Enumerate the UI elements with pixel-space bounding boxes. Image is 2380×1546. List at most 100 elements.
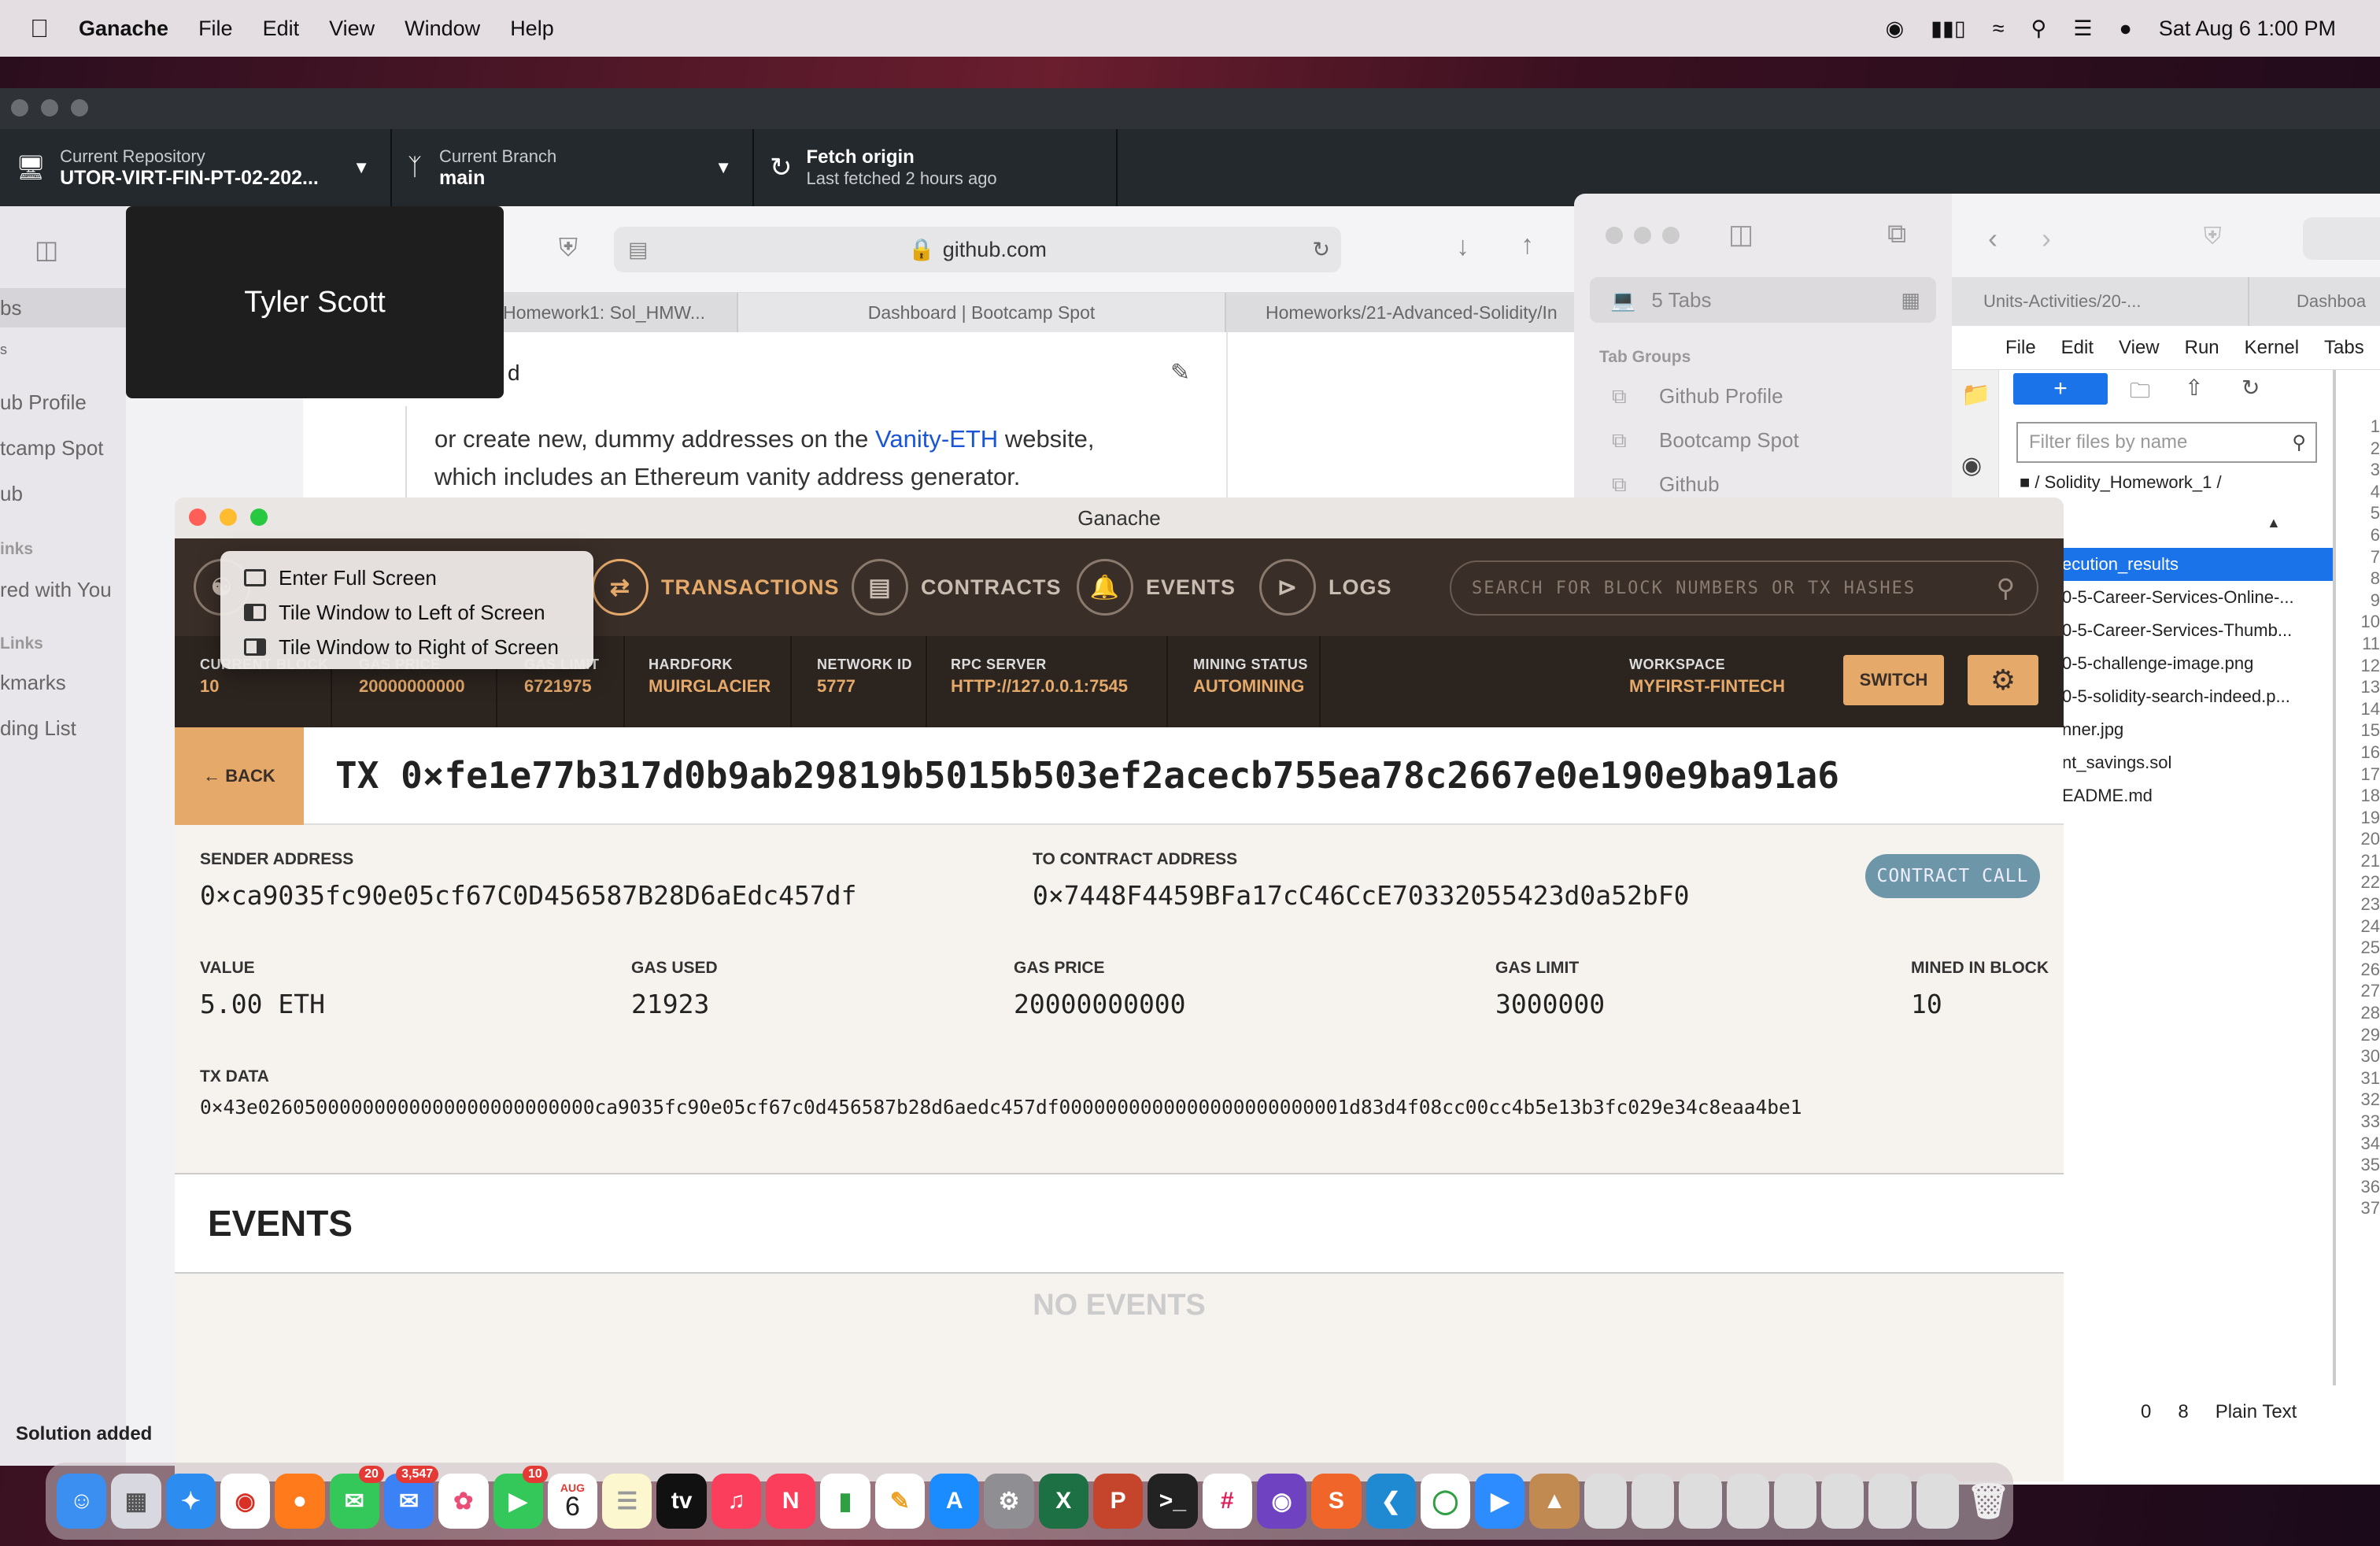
shield-icon[interactable]: ⛨ [2204,224,2222,250]
wifi-icon[interactable]: ≈ [1993,17,2005,41]
current-branch-selector[interactable]: ᛉ Current Branch main ▼ [392,129,754,206]
tab-group-bootcamp-spot[interactable]: Bootcamp Spot [1659,428,1799,453]
zoom-icon[interactable]: ▶ [1475,1474,1525,1529]
status-language[interactable]: Plain Text [2216,1401,2297,1423]
menu-file[interactable]: File [198,17,233,41]
minimize-button[interactable] [220,509,237,526]
chrome-icon[interactable]: ◉ [220,1474,271,1529]
firefox-icon[interactable]: ● [275,1474,325,1529]
tab-group-github-profile[interactable]: Github Profile [1659,384,1783,409]
sidebar-item-github-profile[interactable]: ub Profile [0,390,87,415]
upload-icon[interactable]: ⇧ [2185,375,2203,401]
menu-enter-full-screen[interactable]: Enter Full Screen [220,560,593,595]
forward-arrow-icon[interactable]: › [2042,222,2051,255]
panel-divider[interactable] [2333,370,2336,1385]
stop-icon[interactable]: ◉ [1961,452,1982,479]
back-arrow-icon[interactable]: ‹ [1988,222,1998,255]
nav-events[interactable]: 🔔 EVENTS [1077,538,1236,636]
jupyter-menu-tabs[interactable]: Tabs [2324,337,2364,359]
menu-edit[interactable]: Edit [263,17,300,41]
close-button[interactable] [189,509,206,526]
menu-help[interactable]: Help [510,17,554,41]
close-button[interactable] [11,99,28,117]
sidebar-item-bookmarks[interactable]: kmarks [0,671,66,695]
sidebar-item-reading-list[interactable]: ding List [0,716,76,741]
tab-dashboard[interactable]: Dashboard | Bootcamp Spot [738,293,1226,332]
sidebar-toggle-icon[interactable]: ◫ [1728,219,1754,250]
ganache-app-icon[interactable]: ◯ [1420,1474,1471,1529]
trash-icon[interactable]: 🗑 [1964,1474,2013,1529]
minimized-window[interactable] [1679,1474,1722,1529]
tab-units-activities[interactable]: Units-Activities/20-... [1952,277,2249,326]
search-input[interactable]: SEARCH FOR BLOCK NUMBERS OR TX HASHES ⚲ [1450,560,2038,616]
calendar-icon[interactable]: AUG 6 [547,1474,598,1529]
minimized-window[interactable] [1821,1474,1864,1529]
apple-icon[interactable]:  [30,14,49,43]
battery-icon[interactable]: ▮▮▯ [1931,17,1966,41]
powerpoint-icon[interactable]: P [1092,1474,1144,1529]
sort-arrow-icon[interactable]: ▲ [2267,515,2281,531]
edit-pencil-icon[interactable]: ✎ [1170,359,1190,386]
filter-files-input[interactable]: Filter files by name ⚲ [2016,422,2317,463]
jupyter-menu-kernel[interactable]: Kernel [2245,337,2299,359]
current-repository-selector[interactable]: 🖥 Current Repository UTOR-VIRT-FIN-PT-02… [0,129,392,206]
jupyter-menu-edit[interactable]: Edit [2061,337,2094,359]
vscode-icon[interactable]: ❮ [1366,1474,1416,1529]
nav-logs[interactable]: ⊳ LOGS [1259,538,1392,636]
zoom-button[interactable] [250,509,268,526]
tab-group-github[interactable]: Github [1659,472,1720,497]
minimize-button[interactable] [1634,227,1651,244]
minimized-window[interactable] [1726,1474,1769,1529]
reload-icon[interactable]: ↻ [1312,238,1330,262]
facetime-icon[interactable]: ▶ 10 [493,1466,548,1529]
excel-icon[interactable]: X [1038,1474,1088,1529]
fetch-origin-button[interactable]: ↻ Fetch origin Last fetched 2 hours ago [754,129,1118,206]
tabs-count-item[interactable]: 💻 5 Tabs ▦ [1590,277,1936,323]
menu-app-name[interactable]: Ganache [79,17,168,41]
zoom-button[interactable] [71,99,88,117]
music-icon[interactable]: ♫ [711,1474,762,1529]
download-icon[interactable]: ↓ [1456,231,1469,262]
sidebar-item-github[interactable]: ub [0,482,23,506]
control-center-icon[interactable]: ☰ [2073,17,2092,41]
github-desktop-icon[interactable]: ◉ [1256,1474,1307,1529]
menu-tile-left[interactable]: Tile Window to Left of Screen [220,595,593,630]
notes-icon[interactable]: ☰ [602,1474,652,1529]
nav-transactions[interactable]: ⇄ TRANSACTIONS [592,538,840,636]
folder-icon[interactable]: 📁 [1961,381,1990,409]
switch-workspace-button[interactable]: SWITCH [1843,655,1944,705]
screen-record-icon[interactable]: ◉ [1886,17,1905,41]
file-breadcrumb[interactable]: ■ / Solidity_Homework_1 / [2020,472,2222,493]
numbers-icon[interactable]: ▮ [820,1474,870,1529]
minimized-window[interactable] [1584,1474,1628,1529]
sidebar-item[interactable]: bs [0,296,21,320]
finder-icon[interactable]: ☺ [57,1474,107,1529]
siri-icon[interactable]: ● [2119,17,2132,41]
jupyter-menu-file[interactable]: File [2005,337,2036,359]
minimized-window[interactable] [1632,1474,1675,1529]
jupyter-menu-view[interactable]: View [2119,337,2160,359]
menu-view[interactable]: View [329,17,375,41]
sidebar-toggle-icon[interactable]: ◫ [35,235,58,264]
address-bar[interactable]: ▤ 🔒 github.com ↻ [614,227,1341,272]
shield-icon[interactable]: ⛨ [559,233,578,263]
zoom-button[interactable] [1662,227,1680,244]
nav-contracts[interactable]: ▤ CONTRACTS [852,538,1062,636]
grid-icon[interactable]: ▦ [1901,288,1920,313]
sidebar-item-bootcamp-spot[interactable]: tcamp Spot [0,436,104,460]
new-tab-group-icon[interactable]: ⧉ [1887,219,1906,250]
system-preferences-icon[interactable]: ⚙ [984,1474,1034,1529]
minimized-window[interactable] [1868,1474,1912,1529]
sidebar-item-shared[interactable]: red with You [0,578,112,602]
jupyter-menu-run[interactable]: Run [2185,337,2219,359]
menu-clock[interactable]: Sat Aug 6 1:00 PM [2159,17,2336,41]
truffle-icon[interactable]: ▲ [1529,1474,1580,1529]
back-button[interactable]: ← BACK [175,727,304,825]
mail-icon[interactable]: ✉ 3,547 [383,1466,439,1529]
messages-icon[interactable]: ✉ 20 [329,1466,384,1529]
tab-dashboard[interactable]: Dashboa [2249,277,2380,326]
minimized-window[interactable] [1916,1474,1959,1529]
news-icon[interactable]: N [766,1474,816,1529]
new-folder-icon[interactable]: 🗀 [2130,376,2150,411]
photos-icon[interactable]: ✿ [438,1474,489,1529]
